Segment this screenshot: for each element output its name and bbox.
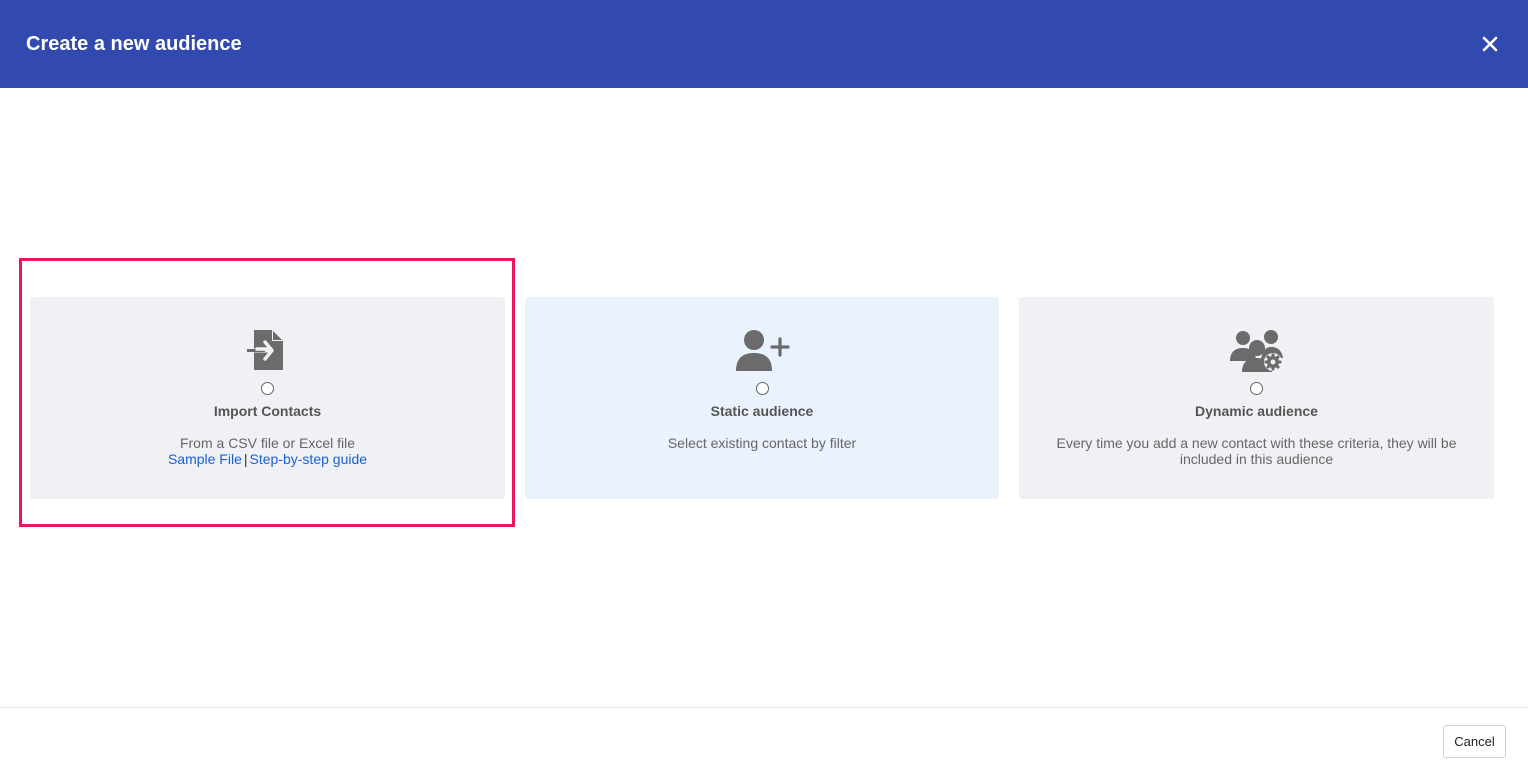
footer-divider	[0, 707, 1528, 708]
sample-file-link[interactable]: Sample File	[168, 451, 242, 467]
option-title: Static audience	[710, 403, 814, 419]
option-description: Select existing contact by filter	[667, 435, 857, 451]
option-card-dynamic-audience[interactable]: Dynamic audience Every time you add a ne…	[1019, 297, 1494, 499]
option-title: Dynamic audience	[1195, 403, 1318, 419]
option-radio[interactable]	[261, 382, 274, 395]
step-by-step-guide-link[interactable]: Step-by-step guide	[250, 451, 368, 467]
option-radio[interactable]	[755, 382, 769, 395]
close-icon	[1482, 36, 1498, 52]
cancel-button[interactable]: Cancel	[1443, 725, 1506, 758]
close-button[interactable]	[1476, 30, 1504, 58]
option-card-import-contacts[interactable]: Import Contacts From a CSV file or Excel…	[30, 297, 505, 499]
modal-header: Create a new audience	[0, 0, 1528, 88]
option-title: Import Contacts	[213, 403, 322, 419]
users-gear-icon	[1229, 327, 1285, 373]
user-plus-icon	[734, 327, 790, 373]
option-description: Every time you add a new contact with th…	[1056, 435, 1457, 467]
file-import-icon	[240, 327, 296, 373]
option-radio[interactable]	[1250, 382, 1263, 395]
modal-title: Create a new audience	[26, 33, 242, 55]
option-card-static-audience[interactable]: Static audience Select existing contact …	[525, 297, 999, 499]
option-description: From a CSV file or Excel file	[179, 435, 356, 451]
option-links: Sample File | Step-by-step guide	[30, 451, 505, 467]
link-separator: |	[243, 451, 248, 467]
